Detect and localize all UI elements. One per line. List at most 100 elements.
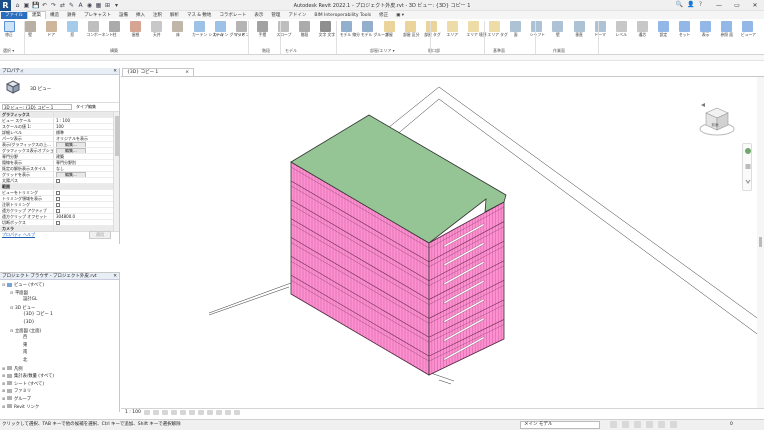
property-value[interactable]: 編集... (54, 172, 112, 177)
viewer-button[interactable]: 参照 面 (720, 21, 734, 37)
level-button[interactable]: レベル (614, 21, 628, 37)
lock-view-icon[interactable] (206, 410, 213, 415)
wall-button[interactable]: 壁 (23, 21, 37, 37)
ribbon-tab[interactable]: プレキャスト (80, 12, 115, 19)
browser-node[interactable]: ⊟ 平面図 (0, 289, 119, 297)
ribbon-tab[interactable]: 構造 (46, 12, 63, 19)
close-icon[interactable]: ✕ (113, 273, 117, 280)
ribbon-panel-label[interactable]: 選択 ▾ (3, 48, 14, 54)
navigation-bar[interactable] (742, 143, 752, 191)
browser-node[interactable]: ⊞ 凡例 (0, 365, 119, 373)
curtain-system-button[interactable]: カーテン システム (192, 21, 223, 37)
property-value[interactable] (54, 208, 112, 213)
browser-node[interactable]: 設計GL (0, 296, 119, 304)
crop-view-icon[interactable] (188, 410, 195, 415)
zoom-icon[interactable] (745, 164, 751, 169)
text-button[interactable]: 文字 文字 (319, 21, 335, 37)
ribbon-panel-label[interactable]: 部屋/エリア ▾ (370, 48, 395, 54)
revit-logo[interactable]: R (0, 0, 11, 11)
shaft-button[interactable]: シャフト (530, 21, 545, 37)
room-separator-button[interactable]: 部屋 区分 (403, 21, 420, 37)
help-icon[interactable]: 👤 (687, 1, 694, 8)
filter-icon[interactable] (670, 421, 677, 428)
property-value[interactable] (54, 190, 112, 195)
property-value[interactable] (54, 196, 112, 201)
quick-access-icon[interactable]: ▾ (113, 2, 120, 9)
browser-node[interactable]: ⊟ 3D ビュー (0, 304, 119, 312)
ribbon-tab[interactable]: ▣ ▾ (392, 12, 408, 19)
component-button[interactable]: コンポーネント (86, 21, 113, 37)
shadows-icon[interactable] (170, 410, 177, 415)
visual-style-icon[interactable] (152, 410, 159, 415)
minimize-button[interactable]: — (710, 0, 728, 11)
steering-wheel-icon[interactable] (745, 148, 751, 154)
reveal-hidden-icon[interactable] (224, 410, 231, 415)
maximize-button[interactable]: ▭ (728, 0, 746, 11)
close-button[interactable]: ✕ (746, 0, 764, 11)
ceiling-button[interactable]: 天井 (150, 21, 164, 37)
wall-opening-button[interactable]: 壁 (551, 21, 565, 37)
vertical-button[interactable]: 垂直 (572, 21, 586, 37)
detail-level-icon[interactable] (143, 410, 150, 415)
ribbon-tab[interactable]: 設備 (115, 12, 132, 19)
quick-access-icon[interactable]: ▦ (95, 2, 102, 9)
quick-access-icon[interactable]: ⌂ (14, 2, 21, 9)
help-icon[interactable]: ? (699, 1, 702, 8)
property-value[interactable]: 標準 (54, 130, 112, 135)
checkbox[interactable] (56, 221, 60, 225)
checkbox[interactable] (56, 179, 60, 183)
checkbox[interactable] (56, 191, 60, 195)
select-links-icon[interactable] (634, 421, 641, 428)
checkbox[interactable] (56, 203, 60, 207)
quick-access-icon[interactable]: ✎ (68, 2, 75, 9)
browser-node[interactable]: 北 (0, 357, 119, 365)
railing-button[interactable]: 手摺 (255, 21, 269, 37)
ribbon-tab[interactable]: 解析 (166, 12, 183, 19)
model-group-button[interactable]: モデル グループ (361, 21, 388, 37)
property-value[interactable] (54, 202, 112, 207)
property-value[interactable]: 編集... (54, 142, 112, 147)
quick-access-icon[interactable]: ⇄ (59, 2, 66, 9)
home-icon[interactable] (701, 103, 705, 107)
roof-button[interactable]: 屋根 (129, 21, 143, 37)
quick-access-icon[interactable]: ↶ (41, 2, 48, 9)
viewer-button[interactable]: ビューア (741, 21, 756, 37)
edit-button[interactable]: 編集... (56, 142, 86, 147)
ref-plane-button[interactable]: 表示 (699, 21, 713, 37)
quick-access-icon[interactable]: ▣ (23, 2, 30, 9)
property-value[interactable]: 1 : 100 (54, 118, 112, 123)
browser-node[interactable]: {3D} (0, 319, 119, 327)
building-3d-model[interactable] (121, 77, 764, 408)
close-icon[interactable]: × (185, 69, 189, 76)
ribbon-tab[interactable]: マス & 敷地 (183, 12, 215, 19)
curtain-grid-button[interactable]: カーテン グリッド (213, 21, 245, 37)
ribbon-tab[interactable]: 鉄骨 (63, 12, 80, 19)
ribbon-tab[interactable]: 挿入 (132, 12, 149, 19)
ribbon-panel-label[interactable]: モデル (285, 48, 297, 54)
model-line-button[interactable]: モデル 線分 (340, 21, 360, 37)
checkbox[interactable] (56, 209, 60, 213)
property-value[interactable]: 専門分野別 (54, 160, 112, 165)
grid-button[interactable]: 通芯 (635, 21, 649, 37)
type-selector[interactable]: 3D ビュー (0, 75, 119, 103)
browser-node[interactable]: ⊞ Revit リンク (0, 403, 119, 411)
ribbon-panel-label[interactable]: 階段 (262, 48, 270, 54)
hide-isolate-icon[interactable] (215, 410, 222, 415)
viewcube-icon[interactable]: 前面 (697, 101, 737, 141)
checkbox[interactable] (56, 197, 60, 201)
view-scale[interactable]: 1 : 100 (125, 410, 141, 415)
browser-node[interactable]: {3D} コピー 1 (0, 311, 119, 319)
help-icon[interactable]: 🔍 (676, 1, 683, 8)
area-tag-button[interactable]: エリア タグ (488, 21, 508, 37)
properties-help-link[interactable]: プロパティ ヘルプ (2, 232, 35, 238)
tab-3d-copy-1[interactable]: {3D} コピー 1 × (122, 68, 194, 76)
ribbon-panel-label[interactable]: 作業面 (553, 48, 565, 54)
property-value[interactable]: なし (54, 166, 112, 171)
dormer-button[interactable]: ドーマ (593, 21, 607, 37)
ribbon-tab[interactable]: コラボレート (215, 12, 250, 19)
ribbon-tab[interactable]: 表示 (250, 12, 267, 19)
show-crop-icon[interactable] (197, 410, 204, 415)
browser-node[interactable]: ⊞ 集計表/数量 (すべて) (0, 372, 119, 380)
sun-path-icon[interactable] (161, 410, 168, 415)
show-button[interactable]: セット (678, 21, 692, 37)
